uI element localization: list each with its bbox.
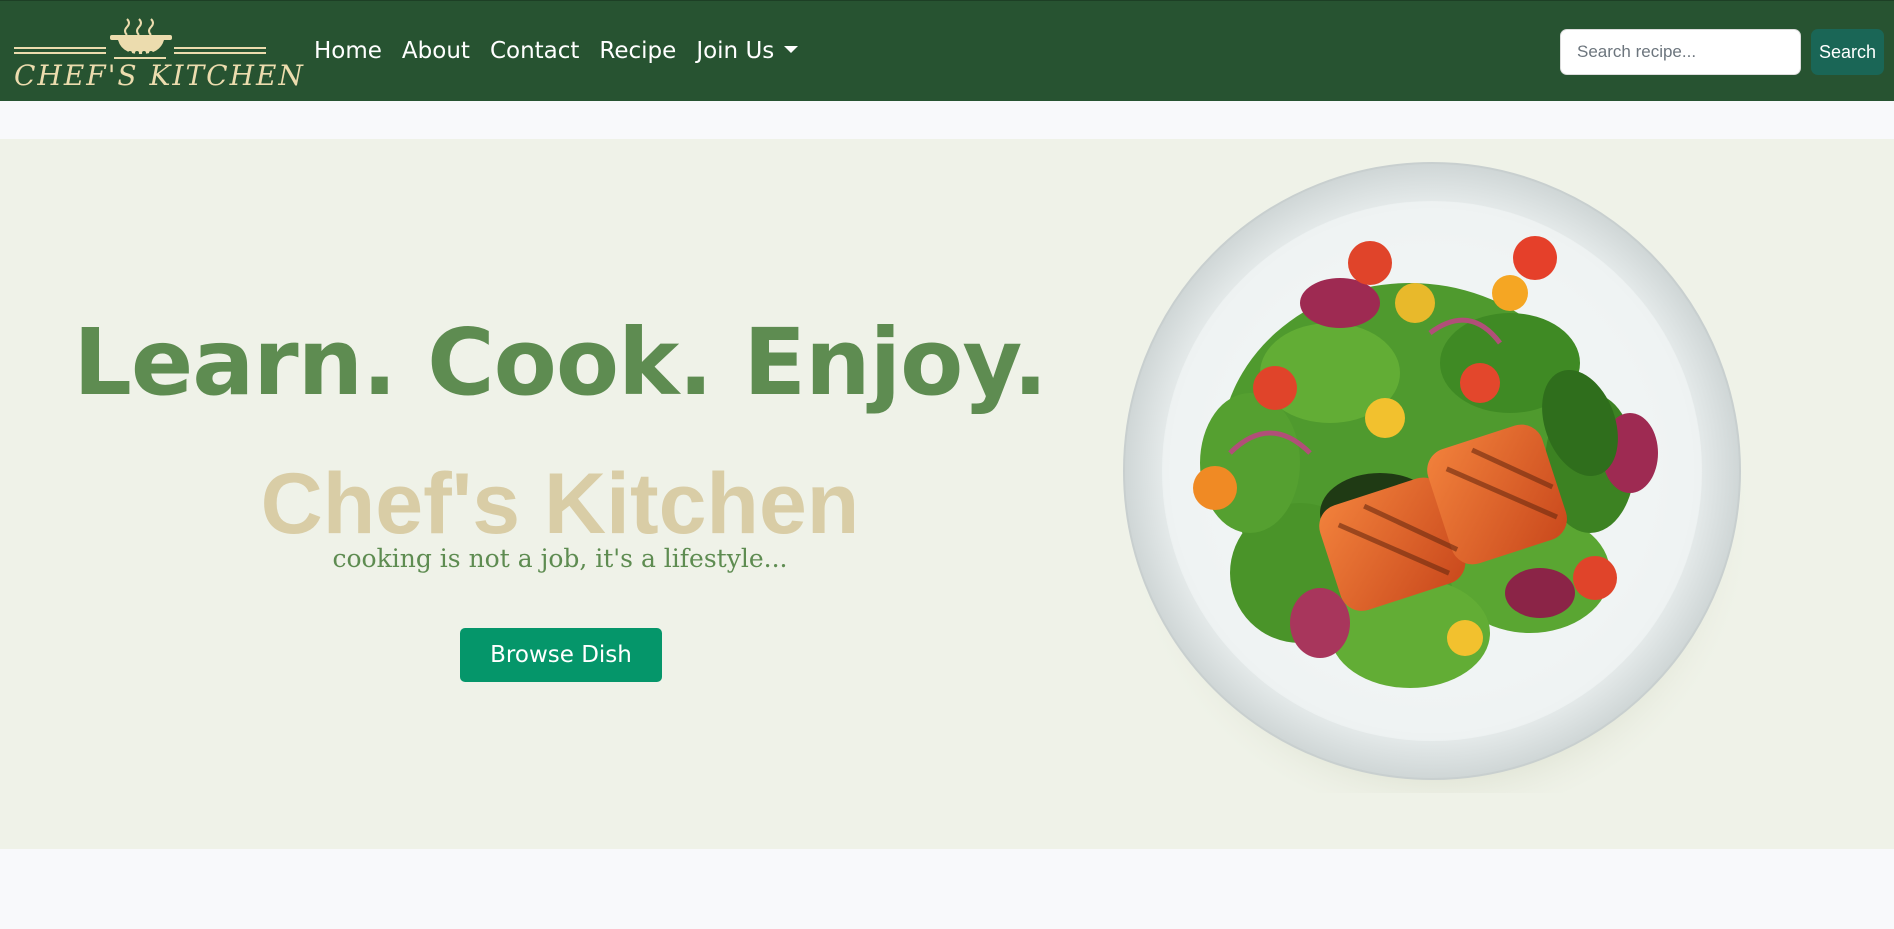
hero-tagline: cooking is not a job, it's a lifestyle..… [332, 544, 788, 573]
nav-recipe[interactable]: Recipe [589, 34, 686, 68]
caret-down-icon [784, 46, 799, 53]
nav-join-us-label: Join Us [696, 38, 775, 64]
brand-logo[interactable]: CHEF'S KITCHEN [14, 17, 305, 92]
browse-dish-button[interactable]: Browse Dish [460, 628, 662, 682]
hero-brand-title: Chef's Kitchen [260, 456, 860, 552]
nav-menu: Home About Contact Recipe Join Us [314, 34, 808, 68]
search-button[interactable]: Search [1811, 29, 1884, 75]
steaming-pot-icon [14, 18, 266, 59]
nav-home[interactable]: Home [314, 34, 392, 68]
salmon-salad-plate-image [1110, 153, 1755, 818]
brand-name: CHEF'S KITCHEN [14, 59, 305, 92]
hero-section: Learn. Cook. Enjoy. Chef's Kitchen cooki… [0, 139, 1894, 849]
nav-join-us-dropdown[interactable]: Join Us [686, 34, 808, 68]
nav-contact[interactable]: Contact [480, 34, 589, 68]
hero-heading: Learn. Cook. Enjoy. [73, 309, 1048, 416]
search-input[interactable] [1560, 29, 1801, 75]
navbar: CHEF'S KITCHEN Home About Contact Recipe… [0, 0, 1894, 101]
nav-about[interactable]: About [392, 34, 480, 68]
